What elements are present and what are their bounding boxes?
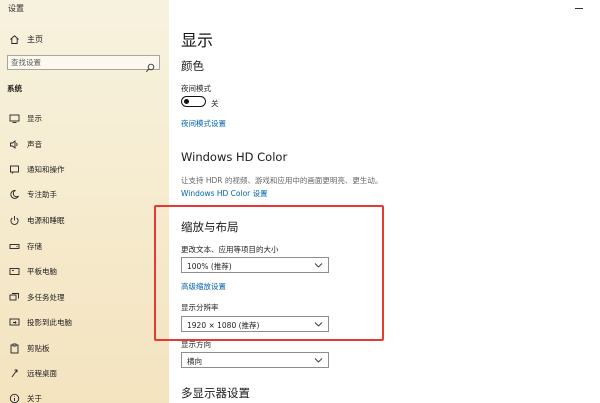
resolution-dropdown[interactable]: 1920 × 1080 (推荐)	[181, 316, 329, 332]
chevron-down-icon	[314, 320, 323, 328]
section-title-system: 系统	[7, 84, 22, 93]
clipboard-icon	[8, 342, 20, 354]
main-panel	[169, 0, 600, 403]
sidebar-item-label: 声音	[27, 139, 42, 149]
scale-layout-heading: 缩放与布局	[181, 220, 239, 234]
orientation-label: 显示方向	[181, 340, 211, 349]
window-title: 设置	[8, 4, 24, 13]
sidebar-item-label: 专注助手	[27, 189, 57, 199]
sidebar-item-display[interactable]: 显示	[8, 111, 158, 125]
monitor-icon	[8, 112, 20, 124]
orientation-dropdown-value: 横向	[187, 357, 202, 366]
sidebar-item-label: 远程桌面	[27, 368, 57, 378]
night-mode-toggle[interactable]	[181, 96, 206, 107]
sidebar-item-label: 剪贴板	[27, 343, 50, 353]
speaker-icon	[8, 138, 20, 150]
sidebar-item-sound[interactable]: 声音	[8, 137, 158, 151]
tablet-icon	[8, 265, 20, 277]
search-icon[interactable]	[145, 58, 155, 73]
resolution-dropdown-value: 1920 × 1080 (推荐)	[187, 321, 260, 330]
night-mode-settings-link[interactable]: 夜间模式设置	[181, 118, 226, 129]
resolution-label: 显示分辨率	[181, 303, 219, 312]
scale-dropdown[interactable]: 100% (推荐)	[181, 257, 329, 273]
sidebar-item-label: 存储	[27, 241, 42, 251]
sidebar-item-project-to-pc[interactable]: 投影到此电脑	[8, 315, 158, 329]
sidebar-item-label: 投影到此电脑	[27, 317, 72, 327]
sidebar-item-label: 电源和睡眠	[27, 215, 65, 225]
orientation-dropdown[interactable]: 横向	[181, 352, 329, 368]
moon-icon	[8, 188, 20, 200]
search-box[interactable]	[7, 55, 160, 73]
notification-icon	[8, 163, 20, 175]
toggle-knob	[184, 98, 189, 104]
sidebar-item-notifications[interactable]: 通知和操作	[8, 162, 158, 176]
sidebar-item-label: 显示	[27, 113, 42, 123]
sidebar-item-label: 通知和操作	[27, 164, 65, 174]
project-icon	[8, 316, 20, 328]
sidebar-item-clipboard[interactable]: 剪贴板	[8, 341, 158, 355]
sidebar-item-about[interactable]: 关于	[8, 391, 158, 403]
search-input[interactable]	[11, 56, 141, 69]
sidebar-item-focus-assist[interactable]: 专注助手	[8, 187, 158, 201]
home-icon	[8, 33, 20, 45]
sidebar-item-multitasking[interactable]: 多任务处理	[8, 290, 158, 304]
scale-dropdown-value: 100% (推荐)	[187, 262, 232, 271]
sidebar-item-power-sleep[interactable]: 电源和睡眠	[8, 213, 158, 227]
sidebar-item-remote-desktop[interactable]: 远程桌面	[8, 366, 158, 380]
page-title: 显示	[181, 31, 214, 50]
sidebar-item-label: 平板电脑	[27, 266, 57, 276]
hd-color-description: 让支持 HDR 的视频、游戏和应用中的画面更明亮、更生动。	[181, 176, 383, 185]
hd-color-heading: Windows HD Color	[181, 150, 288, 164]
info-icon	[8, 392, 20, 403]
multi-display-heading: 多显示器设置	[181, 386, 250, 400]
minimize-button[interactable]	[572, 2, 586, 12]
chevron-down-icon	[314, 356, 323, 364]
night-mode-toggle-state: 关	[211, 99, 219, 108]
home-nav-item[interactable]: 主页	[8, 33, 43, 45]
sidebar-item-tablet[interactable]: 平板电脑	[8, 264, 158, 278]
power-icon	[8, 214, 20, 226]
sidebar: 设置 主页 系统 显示 声音 通知和操作 专注助手 电源和睡眠 存储 平板	[0, 0, 169, 403]
storage-icon	[8, 240, 20, 252]
night-mode-label: 夜间模式	[181, 84, 211, 93]
sidebar-item-storage[interactable]: 存储	[8, 239, 158, 253]
advanced-scaling-link[interactable]: 高级缩放设置	[181, 281, 226, 292]
sidebar-item-label: 关于	[27, 393, 42, 403]
scale-label: 更改文本、应用等项目的大小	[181, 245, 279, 254]
color-heading: 颜色	[181, 59, 204, 73]
hd-color-settings-link[interactable]: Windows HD Color 设置	[181, 188, 268, 199]
home-label: 主页	[27, 34, 43, 44]
chevron-down-icon	[314, 261, 323, 269]
sidebar-item-label: 多任务处理	[27, 292, 65, 302]
remote-desktop-icon	[8, 367, 20, 379]
multitask-icon	[8, 291, 20, 303]
